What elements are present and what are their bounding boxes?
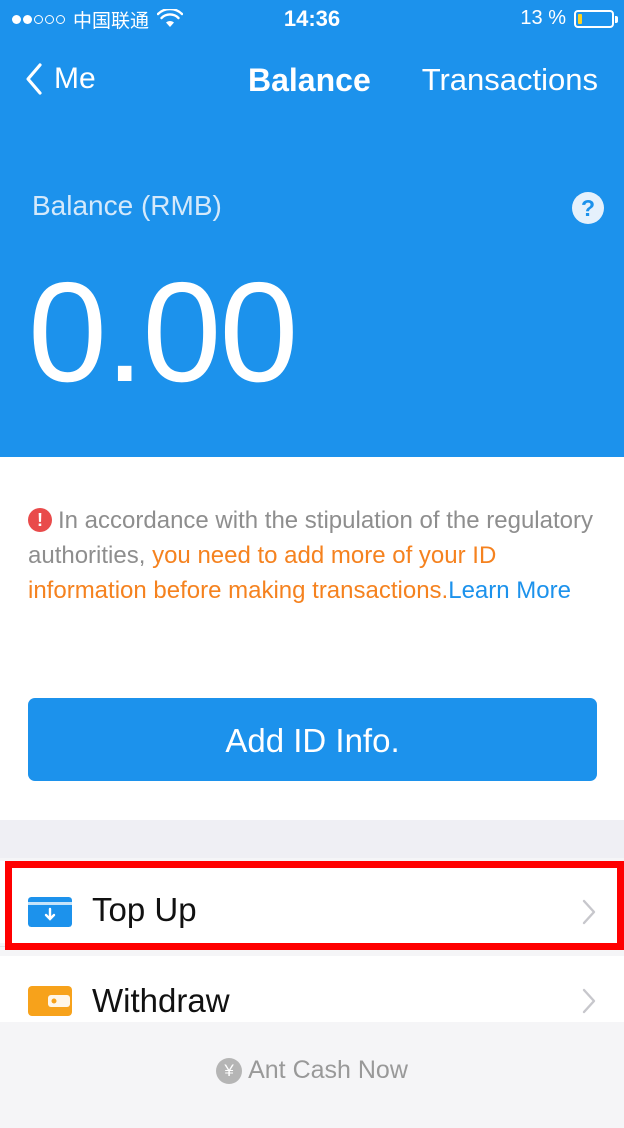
back-button[interactable]: Me <box>24 62 96 96</box>
status-bar: 中国联通 14:36 13 % <box>0 0 624 40</box>
navigation-bar: Me Balance Transactions <box>0 52 624 108</box>
row-divider <box>0 946 624 947</box>
id-notice: ! In accordance with the stipulation of t… <box>28 503 600 608</box>
ant-cash-now-link[interactable]: Ant Cash Now <box>0 1056 624 1085</box>
top-up-label: Top Up <box>92 891 197 928</box>
footer-label: Ant Cash Now <box>248 1056 408 1084</box>
withdraw-row[interactable]: Withdraw <box>0 956 624 1022</box>
battery-icon <box>574 9 618 28</box>
back-button-label: Me <box>54 62 96 95</box>
top-up-row[interactable]: Top Up <box>0 861 624 943</box>
battery-percentage: 13 % <box>520 7 566 29</box>
section-gap <box>0 820 624 858</box>
wallet-icon <box>28 986 72 1016</box>
balance-amount: 0.00 <box>28 253 298 412</box>
balance-label: Balance (RMB) <box>32 190 222 221</box>
alert-icon: ! <box>28 508 52 532</box>
battery-level-fill <box>578 13 582 24</box>
top-up-card-icon <box>28 897 72 927</box>
coin-icon <box>216 1057 243 1084</box>
withdraw-label: Withdraw <box>92 982 230 1019</box>
status-right: 13 % <box>520 7 618 30</box>
add-id-info-button[interactable]: Add ID Info. <box>28 698 597 781</box>
chevron-right-icon <box>582 899 596 925</box>
balance-header: 中国联通 14:36 13 % Me Balance Transactions … <box>0 0 624 457</box>
help-icon[interactable]: ? <box>572 192 604 224</box>
footer: Ant Cash Now <box>0 1022 624 1128</box>
chevron-left-icon <box>26 63 42 95</box>
transactions-button[interactable]: Transactions <box>422 62 598 98</box>
page-title: Balance <box>248 62 371 98</box>
content-panel: ! In accordance with the stipulation of t… <box>0 457 624 820</box>
learn-more-link[interactable]: Learn More <box>448 577 571 604</box>
chevron-right-icon <box>582 988 596 1014</box>
